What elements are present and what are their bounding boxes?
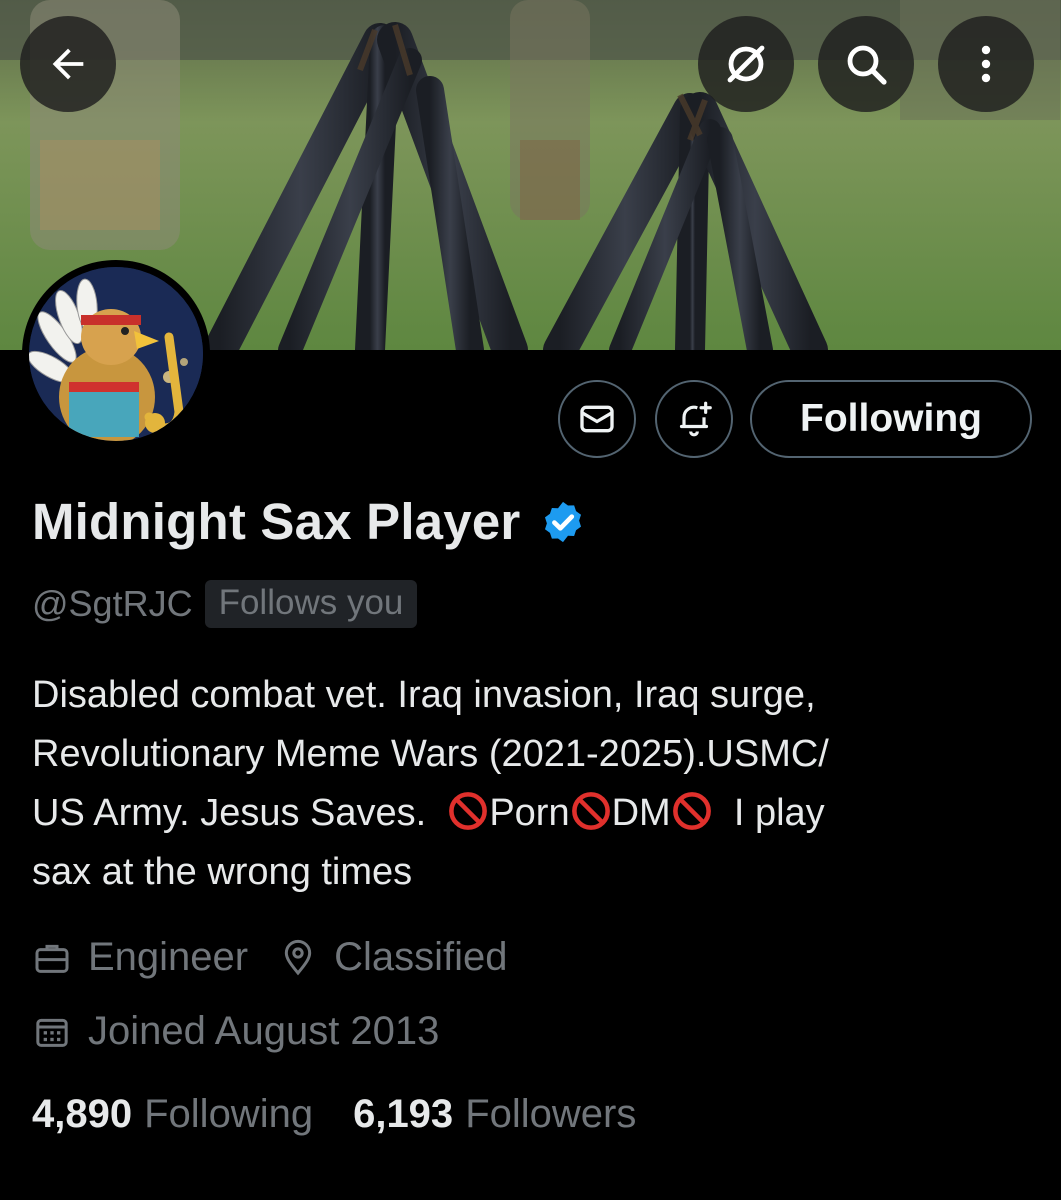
bio-line: sax at the wrong times [32, 851, 413, 893]
display-name: Midnight Sax Player [32, 493, 521, 550]
following-count: 4,890 [32, 1092, 133, 1136]
notifications-button[interactable] [655, 380, 733, 458]
more-vertical-icon [981, 45, 991, 83]
bio-text: DM [611, 792, 671, 834]
joined-row: Joined August 2013 [32, 1009, 439, 1054]
following-count-link[interactable]: 4,890 Following [32, 1092, 313, 1137]
location-pin-icon [284, 939, 312, 975]
bell-plus-icon [679, 401, 712, 437]
bio-line: Revolutionary Meme Wars (2021-2025).USMC… [32, 733, 829, 775]
joined-date: Joined August 2013 [88, 1009, 440, 1053]
prohibited-icon [672, 792, 711, 830]
prohibited-icon [449, 792, 488, 830]
avatar[interactable] [22, 260, 210, 448]
calendar-icon [36, 1018, 68, 1047]
following-button-label: Following [800, 397, 982, 440]
briefcase-icon [35, 944, 69, 973]
profile-bio: Disabled combat vet. Iraq invasion, Iraq… [32, 666, 1022, 902]
following-label: Following [144, 1092, 314, 1136]
bio-text: I play [733, 792, 825, 834]
following-button[interactable]: Following [750, 380, 1032, 458]
followers-count: 6,193 [353, 1092, 454, 1136]
followers-count-link[interactable]: 6,193 Followers [353, 1092, 636, 1137]
bio-text: US Army. Jesus Saves. [32, 792, 427, 834]
message-button[interactable] [558, 380, 636, 458]
prohibited-icon [571, 792, 610, 830]
follow-counts: 4,890 Following 6,193 Followers [32, 1092, 636, 1137]
location: Classified [334, 935, 508, 979]
grok-icon [727, 45, 765, 83]
search-icon [847, 45, 887, 85]
verified-badge-icon[interactable] [540, 499, 586, 545]
search-button[interactable] [818, 16, 914, 112]
user-handle: @SgtRJC [32, 583, 193, 624]
avatar-image [29, 267, 203, 441]
follows-you-badge: Follows you [204, 580, 418, 628]
handle-row: @SgtRJC Follows you [32, 580, 418, 628]
grok-button[interactable] [698, 16, 794, 112]
envelope-icon [580, 405, 614, 433]
bio-line: Disabled combat vet. Iraq invasion, Iraq… [32, 674, 816, 716]
profession: Engineer [88, 935, 249, 979]
arrow-left-icon [52, 48, 84, 80]
profile-name-row: Midnight Sax Player [32, 492, 586, 551]
bio-text: Porn [489, 792, 570, 834]
followers-label: Followers [465, 1092, 637, 1136]
bio-line: US Army. Jesus Saves. Porn DM I play [32, 784, 1022, 843]
back-button[interactable] [20, 16, 116, 112]
profile-meta-row: Engineer Classified [32, 935, 508, 980]
more-button[interactable] [938, 16, 1034, 112]
